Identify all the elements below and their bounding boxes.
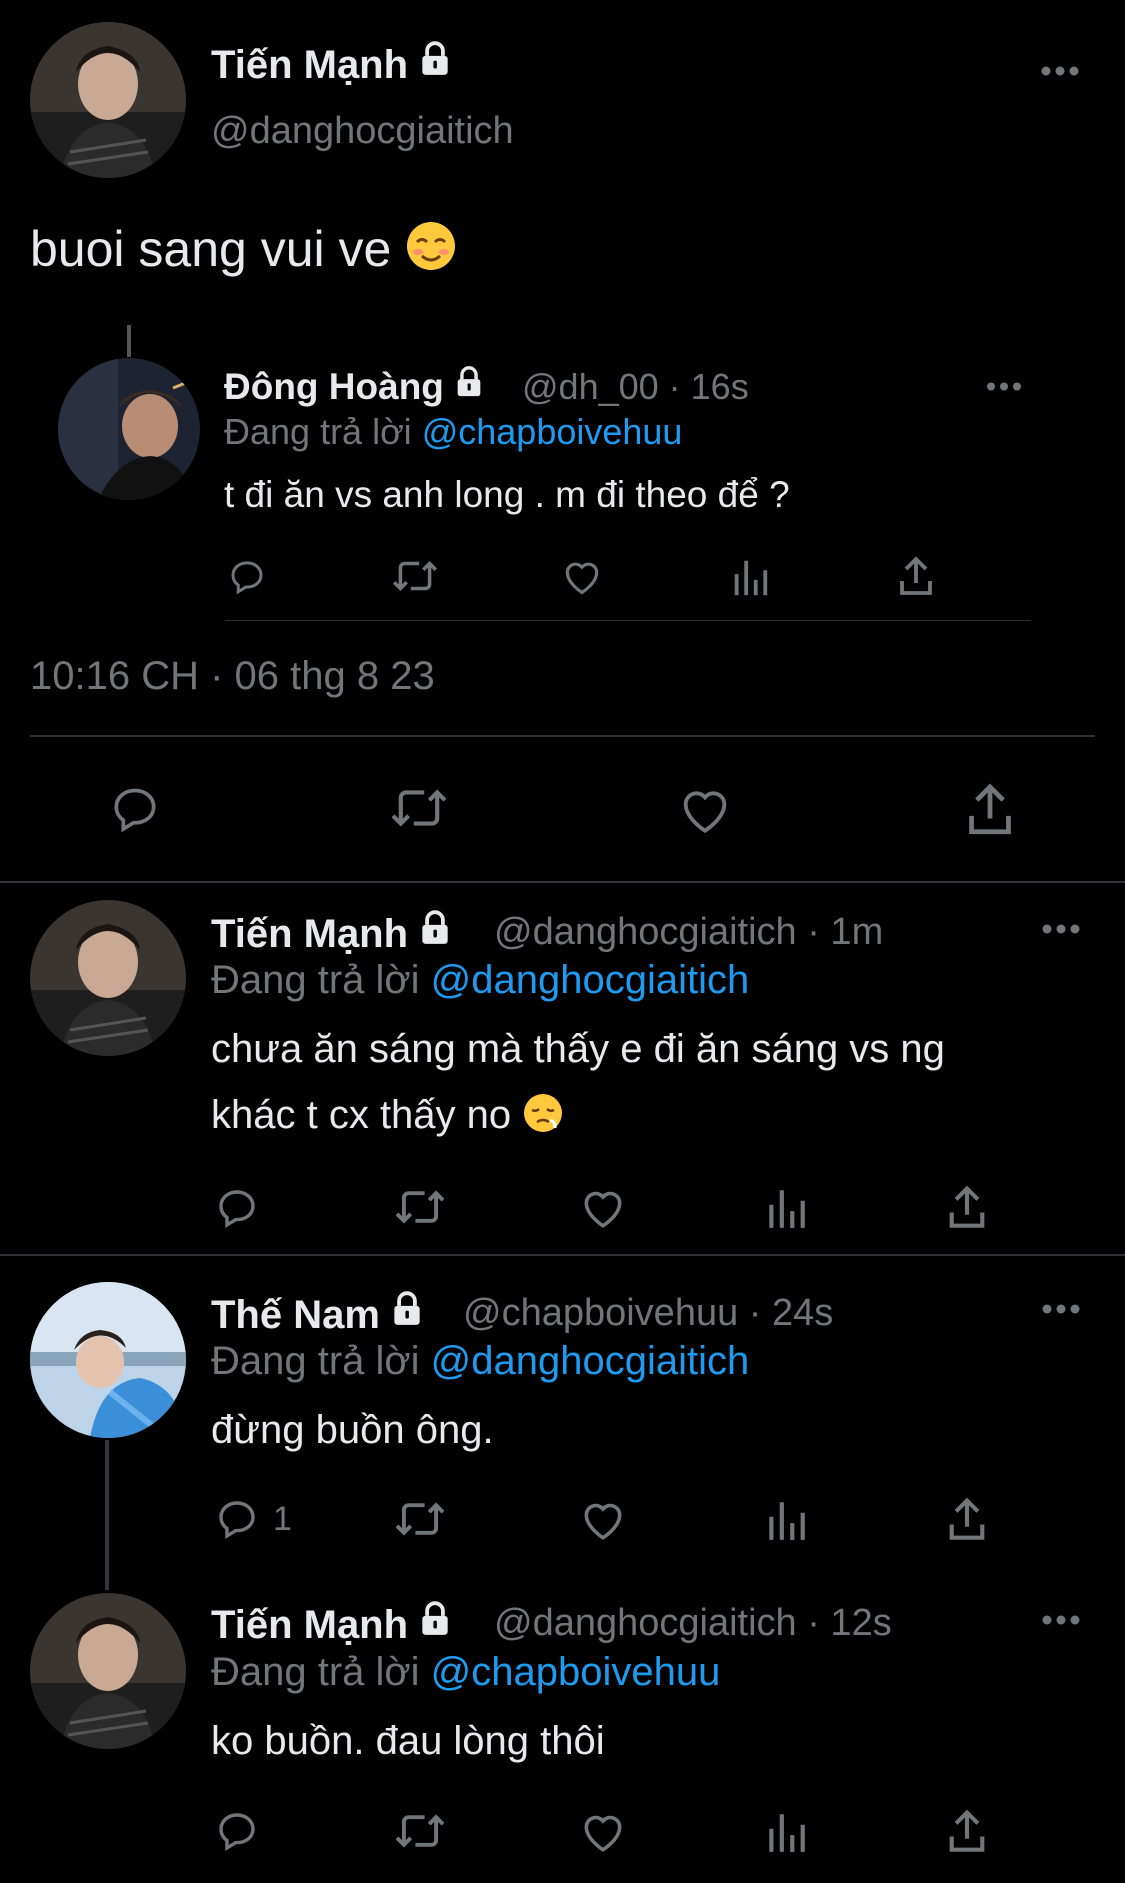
author-handle[interactable]: @dh_00 · 16s: [522, 366, 749, 408]
like-icon[interactable]: [578, 1808, 628, 1854]
author-name[interactable]: Tiến Mạnh: [211, 40, 454, 88]
reply-icon[interactable]: [212, 1806, 262, 1854]
share-icon[interactable]: [963, 779, 1017, 837]
like-icon[interactable]: [578, 1184, 628, 1230]
reply-icon[interactable]: [225, 555, 269, 597]
views-icon[interactable]: [764, 1808, 808, 1854]
thread-connector: [127, 325, 131, 357]
author-name[interactable]: Tiến Mạnh: [211, 1600, 454, 1648]
author-handle[interactable]: @chapboivehuu · 24s: [463, 1292, 833, 1335]
lock-icon: [416, 40, 454, 88]
reply-text-line-1: chưa ăn sáng mà thấy e đi ăn sáng vs ng: [211, 1027, 945, 1071]
replying-to: Đang trả lời @chapboivehuu: [211, 1650, 720, 1695]
lock-icon: [452, 365, 486, 408]
reply-text: đừng buồn ông.: [211, 1408, 494, 1452]
share-icon[interactable]: [945, 1806, 989, 1854]
more-options-icon[interactable]: [986, 379, 1022, 397]
mention-link[interactable]: @chapboivehuu: [431, 1650, 721, 1694]
views-icon[interactable]: [764, 1184, 808, 1230]
divider: [30, 735, 1095, 737]
replying-to: Đang trả lời @chapboivehuu: [224, 411, 682, 453]
avatar[interactable]: [30, 900, 186, 1056]
mention-link[interactable]: @chapboivehuu: [422, 411, 683, 452]
author-name-text: Đông Hoàng: [224, 366, 444, 407]
reply-text-line-2: khác t cx thấy no: [211, 1092, 564, 1144]
more-options-icon[interactable]: [1040, 64, 1080, 82]
reply-prefix: Đang trả lời: [224, 411, 412, 452]
views-icon[interactable]: [730, 555, 770, 597]
retweet-icon[interactable]: [390, 555, 440, 597]
retweet-icon[interactable]: [392, 1808, 448, 1854]
sad-face-icon: [522, 1092, 564, 1144]
replying-to: Đang trả lời @danghocgiaitich: [211, 1339, 749, 1384]
author-name[interactable]: Tiến Mạnh: [211, 909, 454, 957]
like-icon[interactable]: [578, 1496, 628, 1542]
author-handle[interactable]: @danghocgiaitich · 12s: [494, 1602, 892, 1645]
divider: [0, 881, 1125, 883]
reply-icon[interactable]: [212, 1494, 262, 1542]
tweet-text: buoi sang vui ve: [30, 220, 457, 284]
author-name-text: Thế Nam: [211, 1293, 380, 1337]
author-name[interactable]: Đông Hoàng: [224, 365, 486, 408]
avatar[interactable]: [30, 1282, 186, 1438]
retweet-icon[interactable]: [392, 1184, 448, 1230]
replying-to: Đang trả lời @danghocgiaitich: [211, 958, 749, 1003]
divider: [225, 620, 1031, 621]
author-name-text: Tiến Mạnh: [211, 1603, 409, 1647]
mention-link[interactable]: @danghocgiaitich: [431, 1339, 750, 1383]
thread-connector: [105, 1440, 109, 1590]
reply-icon[interactable]: [212, 1183, 262, 1231]
reply-prefix: Đang trả lời: [211, 1650, 420, 1694]
tweet-text-content: buoi sang vui ve: [30, 221, 392, 277]
lock-icon: [416, 909, 454, 957]
author-handle[interactable]: @danghocgiaitich: [211, 110, 514, 153]
reply-text: ko buồn. đau lòng thôi: [211, 1719, 605, 1763]
reply-icon[interactable]: [106, 780, 164, 836]
author-name-text: Tiến Mạnh: [211, 43, 409, 87]
like-icon[interactable]: [560, 555, 604, 597]
author-name-text: Tiến Mạnh: [211, 912, 409, 956]
retweet-icon[interactable]: [386, 782, 452, 834]
share-icon[interactable]: [945, 1494, 989, 1542]
lock-icon: [388, 1290, 426, 1338]
reply-prefix: Đang trả lời: [211, 1339, 420, 1383]
reply-prefix: Đang trả lời: [211, 958, 420, 1002]
more-options-icon[interactable]: [1042, 922, 1080, 940]
smiling-face-icon: [405, 220, 457, 284]
reply-count: 1: [273, 1500, 292, 1538]
avatar[interactable]: [30, 22, 186, 178]
tweet-timestamp[interactable]: 10:16 CH · 06 thg 8 23: [30, 654, 435, 699]
lock-icon: [416, 1600, 454, 1648]
reply-text-line-2-content: khác t cx thấy no: [211, 1093, 512, 1137]
retweet-icon[interactable]: [392, 1496, 448, 1542]
like-icon[interactable]: [676, 782, 734, 836]
author-handle[interactable]: @danghocgiaitich · 1m: [494, 911, 883, 954]
mention-link[interactable]: @danghocgiaitich: [431, 958, 750, 1002]
reply-text: t đi ăn vs anh long . m đi theo để ?: [224, 474, 790, 515]
share-icon[interactable]: [945, 1182, 989, 1230]
divider: [0, 1254, 1125, 1256]
avatar[interactable]: [30, 1593, 186, 1749]
author-name[interactable]: Thế Nam: [211, 1290, 426, 1338]
more-options-icon[interactable]: [1042, 1302, 1080, 1320]
share-icon[interactable]: [896, 553, 936, 597]
avatar[interactable]: [58, 358, 200, 500]
views-icon[interactable]: [764, 1496, 808, 1542]
more-options-icon[interactable]: [1042, 1613, 1080, 1631]
